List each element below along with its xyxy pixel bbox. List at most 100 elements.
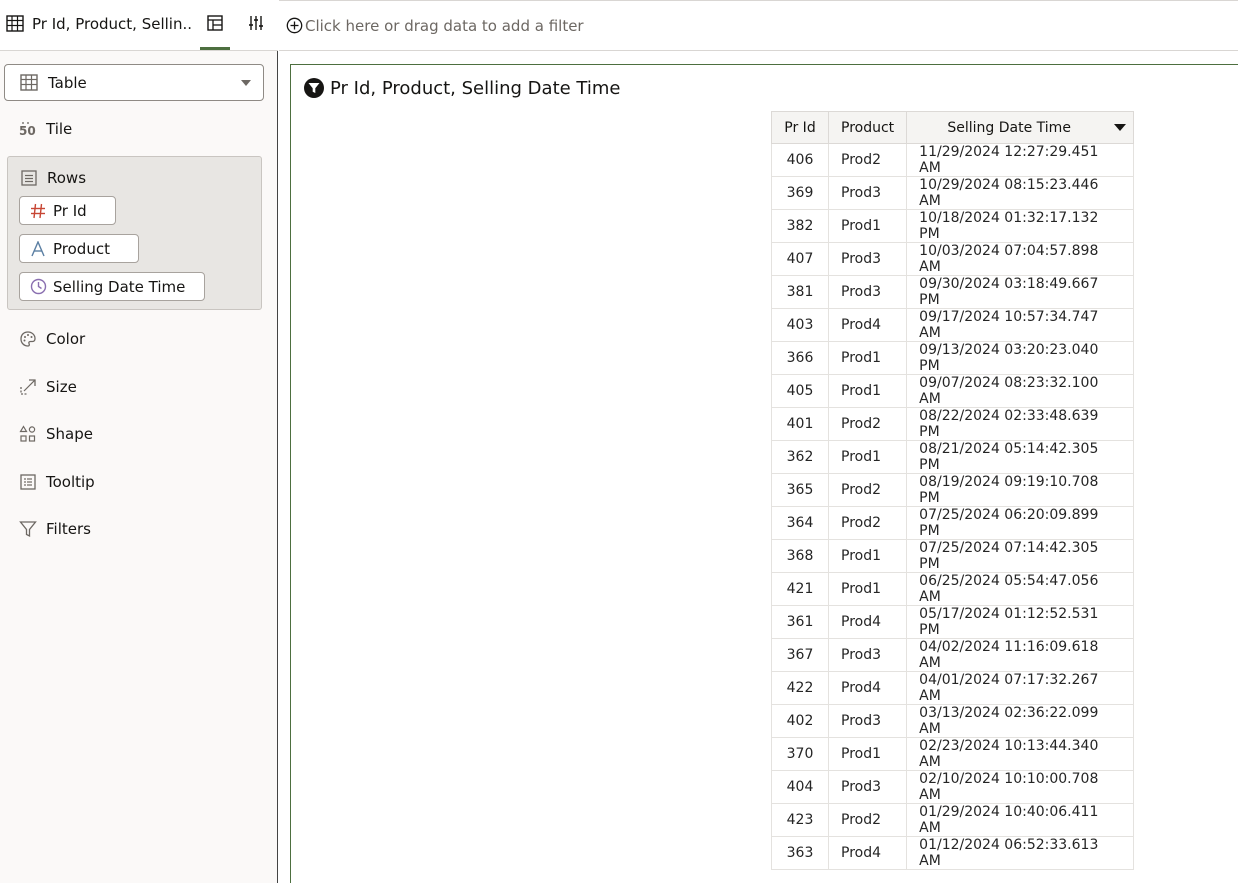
table-cell[interactable]: 09/13/2024 03:20:23.040 PM	[906, 341, 1135, 375]
table-cell[interactable]: 364	[771, 506, 829, 540]
table-cell[interactable]: Prod4	[827, 836, 908, 870]
table-cell[interactable]: Prod2	[827, 803, 908, 837]
table-row[interactable]: 361 Prod4 05/17/2024 01:12:52.531 PM	[771, 605, 1135, 639]
table-cell[interactable]: 382	[771, 209, 829, 243]
table-cell[interactable]: Prod2	[827, 506, 908, 540]
filter-bar[interactable]: Click here or drag data to add a filter	[279, 0, 1238, 51]
table-cell[interactable]: 423	[771, 803, 829, 837]
table-cell[interactable]: Prod2	[827, 473, 908, 507]
table-cell[interactable]: Prod1	[827, 539, 908, 573]
table-row[interactable]: 363 Prod4 01/12/2024 06:52:33.613 AM	[771, 836, 1135, 870]
table-cell[interactable]: 07/25/2024 06:20:09.899 PM	[906, 506, 1135, 540]
table-cell[interactable]: 06/25/2024 05:54:47.056 AM	[906, 572, 1135, 606]
rows-drop-target[interactable]: Rows Pr Id Product Selling Date Time	[7, 156, 262, 310]
table-cell[interactable]: 09/30/2024 03:18:49.667 PM	[906, 275, 1135, 309]
table-cell[interactable]: Prod1	[827, 374, 908, 408]
tile-drop-target[interactable]: 50 Tile	[18, 119, 72, 139]
table-cell[interactable]: 04/01/2024 07:17:32.267 AM	[906, 671, 1135, 705]
sort-descending-icon[interactable]	[1114, 124, 1127, 131]
table-cell[interactable]: 10/03/2024 07:04:57.898 AM	[906, 242, 1135, 276]
table-cell[interactable]: 07/25/2024 07:14:42.305 PM	[906, 539, 1135, 573]
properties-tab[interactable]	[241, 11, 271, 39]
table-row[interactable]: 405 Prod1 09/07/2024 08:23:32.100 AM	[771, 374, 1135, 408]
table-cell[interactable]: 381	[771, 275, 829, 309]
table-row[interactable]: 423 Prod2 01/29/2024 10:40:06.411 AM	[771, 803, 1135, 837]
table-cell[interactable]: Prod1	[827, 440, 908, 474]
table-cell[interactable]: 08/21/2024 05:14:42.305 PM	[906, 440, 1135, 474]
column-header-product[interactable]: Product	[827, 111, 908, 144]
color-drop-target[interactable]: Color	[18, 329, 85, 349]
table-cell[interactable]: 407	[771, 242, 829, 276]
table-row[interactable]: 370 Prod1 02/23/2024 10:13:44.340 AM	[771, 737, 1135, 771]
table-cell[interactable]: 369	[771, 176, 829, 210]
tooltip-drop-target[interactable]: Tooltip	[18, 472, 95, 492]
table-cell[interactable]: Prod1	[827, 737, 908, 771]
table-cell[interactable]: Prod3	[827, 275, 908, 309]
table-cell[interactable]: Prod4	[827, 671, 908, 705]
table-row[interactable]: 362 Prod1 08/21/2024 05:14:42.305 PM	[771, 440, 1135, 474]
table-cell[interactable]: 422	[771, 671, 829, 705]
table-row[interactable]: 422 Prod4 04/01/2024 07:17:32.267 AM	[771, 671, 1135, 705]
column-header-pr-id[interactable]: Pr Id	[771, 111, 829, 144]
table-row[interactable]: 367 Prod3 04/02/2024 11:16:09.618 AM	[771, 638, 1135, 672]
table-cell[interactable]: 406	[771, 143, 829, 177]
table-row[interactable]: 365 Prod2 08/19/2024 09:19:10.708 PM	[771, 473, 1135, 507]
table-row[interactable]: 402 Prod3 03/13/2024 02:36:22.099 AM	[771, 704, 1135, 738]
table-cell[interactable]: 09/07/2024 08:23:32.100 AM	[906, 374, 1135, 408]
column-header-selling-date-time[interactable]: Selling Date Time	[906, 111, 1135, 144]
table-cell[interactable]: 08/22/2024 02:33:48.639 PM	[906, 407, 1135, 441]
table-cell[interactable]: 402	[771, 704, 829, 738]
table-row[interactable]: 407 Prod3 10/03/2024 07:04:57.898 AM	[771, 242, 1135, 276]
table-cell[interactable]: 04/02/2024 11:16:09.618 AM	[906, 638, 1135, 672]
table-cell[interactable]: 370	[771, 737, 829, 771]
table-cell[interactable]: 11/29/2024 12:27:29.451 AM	[906, 143, 1135, 177]
table-row[interactable]: 364 Prod2 07/25/2024 06:20:09.899 PM	[771, 506, 1135, 540]
table-cell[interactable]: Prod1	[827, 572, 908, 606]
grammar-tab[interactable]	[200, 11, 230, 50]
table-cell[interactable]: Prod2	[827, 143, 908, 177]
table-cell[interactable]: 365	[771, 473, 829, 507]
row-pill-product[interactable]: Product	[19, 234, 139, 263]
table-cell[interactable]: 421	[771, 572, 829, 606]
table-row[interactable]: 381 Prod3 09/30/2024 03:18:49.667 PM	[771, 275, 1135, 309]
table-row[interactable]: 404 Prod3 02/10/2024 10:10:00.708 AM	[771, 770, 1135, 804]
table-cell[interactable]: Prod4	[827, 308, 908, 342]
row-pill-pr-id[interactable]: Pr Id	[19, 196, 116, 225]
table-cell[interactable]: 09/17/2024 10:57:34.747 AM	[906, 308, 1135, 342]
table-cell[interactable]: 01/12/2024 06:52:33.613 AM	[906, 836, 1135, 870]
table-cell[interactable]: 03/13/2024 02:36:22.099 AM	[906, 704, 1135, 738]
table-cell[interactable]: Prod3	[827, 242, 908, 276]
table-cell[interactable]: 363	[771, 836, 829, 870]
table-row[interactable]: 368 Prod1 07/25/2024 07:14:42.305 PM	[771, 539, 1135, 573]
table-cell[interactable]: Prod2	[827, 407, 908, 441]
table-cell[interactable]: Prod1	[827, 341, 908, 375]
table-cell[interactable]: 02/23/2024 10:13:44.340 AM	[906, 737, 1135, 771]
table-cell[interactable]: Prod1	[827, 209, 908, 243]
table-cell[interactable]: 08/19/2024 09:19:10.708 PM	[906, 473, 1135, 507]
visualization-type-select[interactable]: Table	[4, 64, 264, 101]
table-cell[interactable]: 405	[771, 374, 829, 408]
table-cell[interactable]: 404	[771, 770, 829, 804]
table-cell[interactable]: 02/10/2024 10:10:00.708 AM	[906, 770, 1135, 804]
visualization-name[interactable]: Pr Id, Product, Sellin...	[32, 15, 192, 33]
table-cell[interactable]: 366	[771, 341, 829, 375]
table-cell[interactable]: 10/18/2024 01:32:17.132 PM	[906, 209, 1135, 243]
filters-drop-target[interactable]: Filters	[18, 519, 91, 539]
table-cell[interactable]: 367	[771, 638, 829, 672]
table-cell[interactable]: 05/17/2024 01:12:52.531 PM	[906, 605, 1135, 639]
table-row[interactable]: 369 Prod3 10/29/2024 08:15:23.446 AM	[771, 176, 1135, 210]
table-row[interactable]: 401 Prod2 08/22/2024 02:33:48.639 PM	[771, 407, 1135, 441]
table-cell[interactable]: 368	[771, 539, 829, 573]
size-drop-target[interactable]: Size	[18, 377, 77, 397]
table-cell[interactable]: 01/29/2024 10:40:06.411 AM	[906, 803, 1135, 837]
table-cell[interactable]: 362	[771, 440, 829, 474]
table-cell[interactable]: Prod4	[827, 605, 908, 639]
table-row[interactable]: 366 Prod1 09/13/2024 03:20:23.040 PM	[771, 341, 1135, 375]
table-cell[interactable]: Prod3	[827, 770, 908, 804]
table-cell[interactable]: 401	[771, 407, 829, 441]
table-row[interactable]: 406 Prod2 11/29/2024 12:27:29.451 AM	[771, 143, 1135, 177]
table-row[interactable]: 382 Prod1 10/18/2024 01:32:17.132 PM	[771, 209, 1135, 243]
table-cell[interactable]: 361	[771, 605, 829, 639]
row-pill-selling-date-time[interactable]: Selling Date Time	[19, 272, 205, 301]
table-row[interactable]: 421 Prod1 06/25/2024 05:54:47.056 AM	[771, 572, 1135, 606]
